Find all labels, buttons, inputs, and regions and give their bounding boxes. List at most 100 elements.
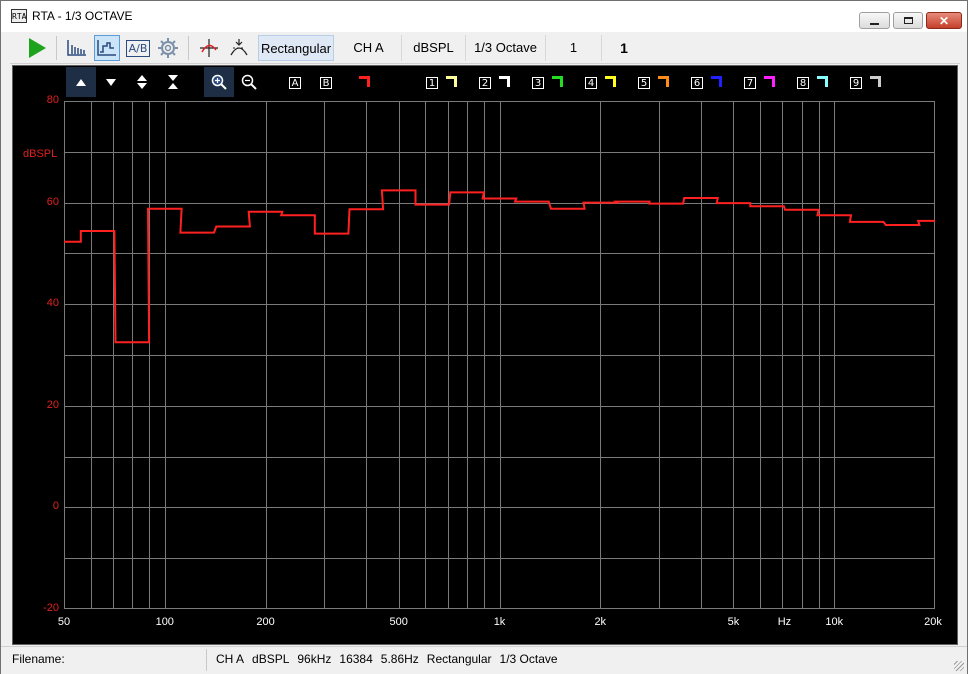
status-sample-rate: 96kHz (297, 652, 332, 666)
run-button[interactable] (24, 35, 50, 61)
filename-label: Filename: (12, 652, 65, 666)
trace-2-color-marker (499, 76, 510, 87)
resize-grip[interactable] (954, 661, 964, 671)
graph-toolbar: A B 1 2 3 4 5 6 7 8 9 (64, 67, 944, 97)
trace-2-select[interactable]: 2 (479, 75, 491, 89)
window-title: RTA - 1/3 OCTAVE (32, 9, 133, 23)
minimize-icon (870, 22, 879, 25)
expand-icon (137, 75, 147, 89)
trace-4-label: 4 (585, 76, 597, 89)
x-tick-label: 5k (727, 616, 740, 628)
trace-9-label: 9 (850, 76, 862, 89)
status-octave: 1/3 Octave (499, 652, 558, 666)
y-tick-label: 20 (46, 398, 59, 411)
peak-cursor-icon (230, 39, 248, 56)
trace-8-label: 8 (797, 76, 809, 89)
triangle-up-icon (76, 79, 86, 86)
x-tick-label: 1k (493, 616, 506, 628)
trace-5-select[interactable]: 5 (638, 75, 650, 89)
x-tick-label: 10k (825, 616, 844, 628)
x-tick-label: Hz (777, 616, 792, 628)
trace-9-select[interactable]: 9 (850, 75, 862, 89)
status-units: dBSPL (252, 652, 290, 666)
gear-icon (158, 38, 178, 58)
expand-button[interactable] (127, 67, 157, 97)
zoom-out-icon (241, 74, 257, 90)
x-tick-label: 500 (389, 616, 408, 628)
settings-button[interactable] (155, 35, 181, 61)
trace-a-label: A (289, 76, 301, 89)
y-axis-title: dBSPL (23, 148, 58, 160)
averages-selector[interactable]: 1 (546, 35, 602, 61)
count-value: 1 (620, 40, 628, 56)
trace-5-label: 5 (638, 76, 650, 89)
zoom-out-button[interactable] (234, 67, 264, 97)
scroll-down-button[interactable] (96, 67, 126, 97)
trace-5-color-marker (658, 76, 669, 87)
trace-8-select[interactable]: 8 (797, 75, 809, 89)
trace-3-select[interactable]: 3 (532, 75, 544, 89)
rta-chart[interactable] (64, 101, 935, 609)
ab-icon: A/B (125, 39, 151, 57)
x-tick-label: 200 (256, 616, 275, 628)
contract-button[interactable] (158, 67, 188, 97)
maximize-button[interactable] (893, 12, 923, 29)
rta-trace-line (64, 189, 935, 344)
octave-selector[interactable]: 1/3 Octave (466, 35, 546, 61)
status-divider (206, 649, 207, 671)
channel-selector[interactable]: CH A (336, 35, 402, 61)
trace-1-label: 1 (426, 76, 438, 89)
y-tick-label: 0 (52, 500, 59, 513)
line-graph-button[interactable] (94, 35, 120, 61)
trace-3-label: 3 (532, 76, 544, 89)
trace-7-label: 7 (744, 76, 756, 89)
status-info: CH A dBSPL 96kHz 16384 5.86Hz Rectangular 1/3 … (216, 652, 566, 666)
x-tick-label: 20k (924, 616, 942, 628)
zoom-in-button[interactable] (204, 67, 234, 97)
rta-window: RTA RTA - 1/3 OCTAVE ✕ A/B Rectangular C… (0, 0, 968, 674)
x-tick-label: 50 (57, 616, 71, 628)
trace-b-select[interactable]: B (320, 75, 332, 89)
trace-2-label: 2 (479, 76, 491, 89)
minimize-button[interactable] (859, 12, 890, 29)
trace-9-color-marker (870, 76, 881, 87)
app-icon: RTA (11, 9, 27, 23)
scroll-up-button[interactable] (66, 67, 96, 97)
close-button[interactable]: ✕ (926, 12, 962, 29)
x-tick-label: 2k (594, 616, 607, 628)
zoom-in-icon (211, 74, 227, 90)
line-graph-icon (97, 40, 116, 56)
trace-7-color-marker (764, 76, 775, 87)
trace-3-color-marker (552, 76, 563, 87)
maximize-icon (903, 17, 913, 24)
trace-a-select[interactable]: A (289, 75, 301, 89)
triangle-down-icon (106, 79, 116, 86)
y-tick-label: 40 (46, 297, 59, 310)
toolbar-separator (188, 36, 189, 60)
trace-1-select[interactable]: 1 (426, 75, 438, 89)
trace-6-select[interactable]: 6 (691, 75, 703, 89)
crosshair-cursor-icon (200, 39, 218, 57)
trace-1-color-marker (446, 76, 457, 87)
ab-compare-button[interactable]: A/B (125, 35, 151, 61)
trace-a-color-marker (359, 76, 370, 87)
trace-6-label: 6 (691, 76, 703, 89)
status-channel: CH A (216, 652, 245, 666)
units-selector[interactable]: dBSPL (402, 35, 466, 61)
bar-graph-button[interactable] (64, 35, 90, 61)
status-fft-size: 16384 (339, 652, 373, 666)
status-bar: Filename: CH A dBSPL 96kHz 16384 5.86Hz Recta… (1, 646, 967, 674)
bar-graph-icon (67, 40, 86, 56)
status-resolution: 5.86Hz (380, 652, 419, 666)
y-tick-label: -20 (43, 602, 59, 614)
close-icon: ✕ (938, 13, 950, 28)
trace-4-select[interactable]: 4 (585, 75, 597, 89)
window-type-selector[interactable]: Rectangular (258, 35, 334, 61)
peak-cursor-button[interactable] (226, 35, 252, 61)
main-toolbar: A/B Rectangular CH A dBSPL 1/3 Octave 1 … (10, 33, 960, 64)
y-tick-label: 80 (46, 94, 59, 106)
toolbar-separator (56, 36, 57, 60)
cursor-button[interactable] (196, 35, 222, 61)
trace-7-select[interactable]: 7 (744, 75, 756, 89)
title-bar[interactable]: RTA RTA - 1/3 OCTAVE ✕ (1, 1, 967, 32)
